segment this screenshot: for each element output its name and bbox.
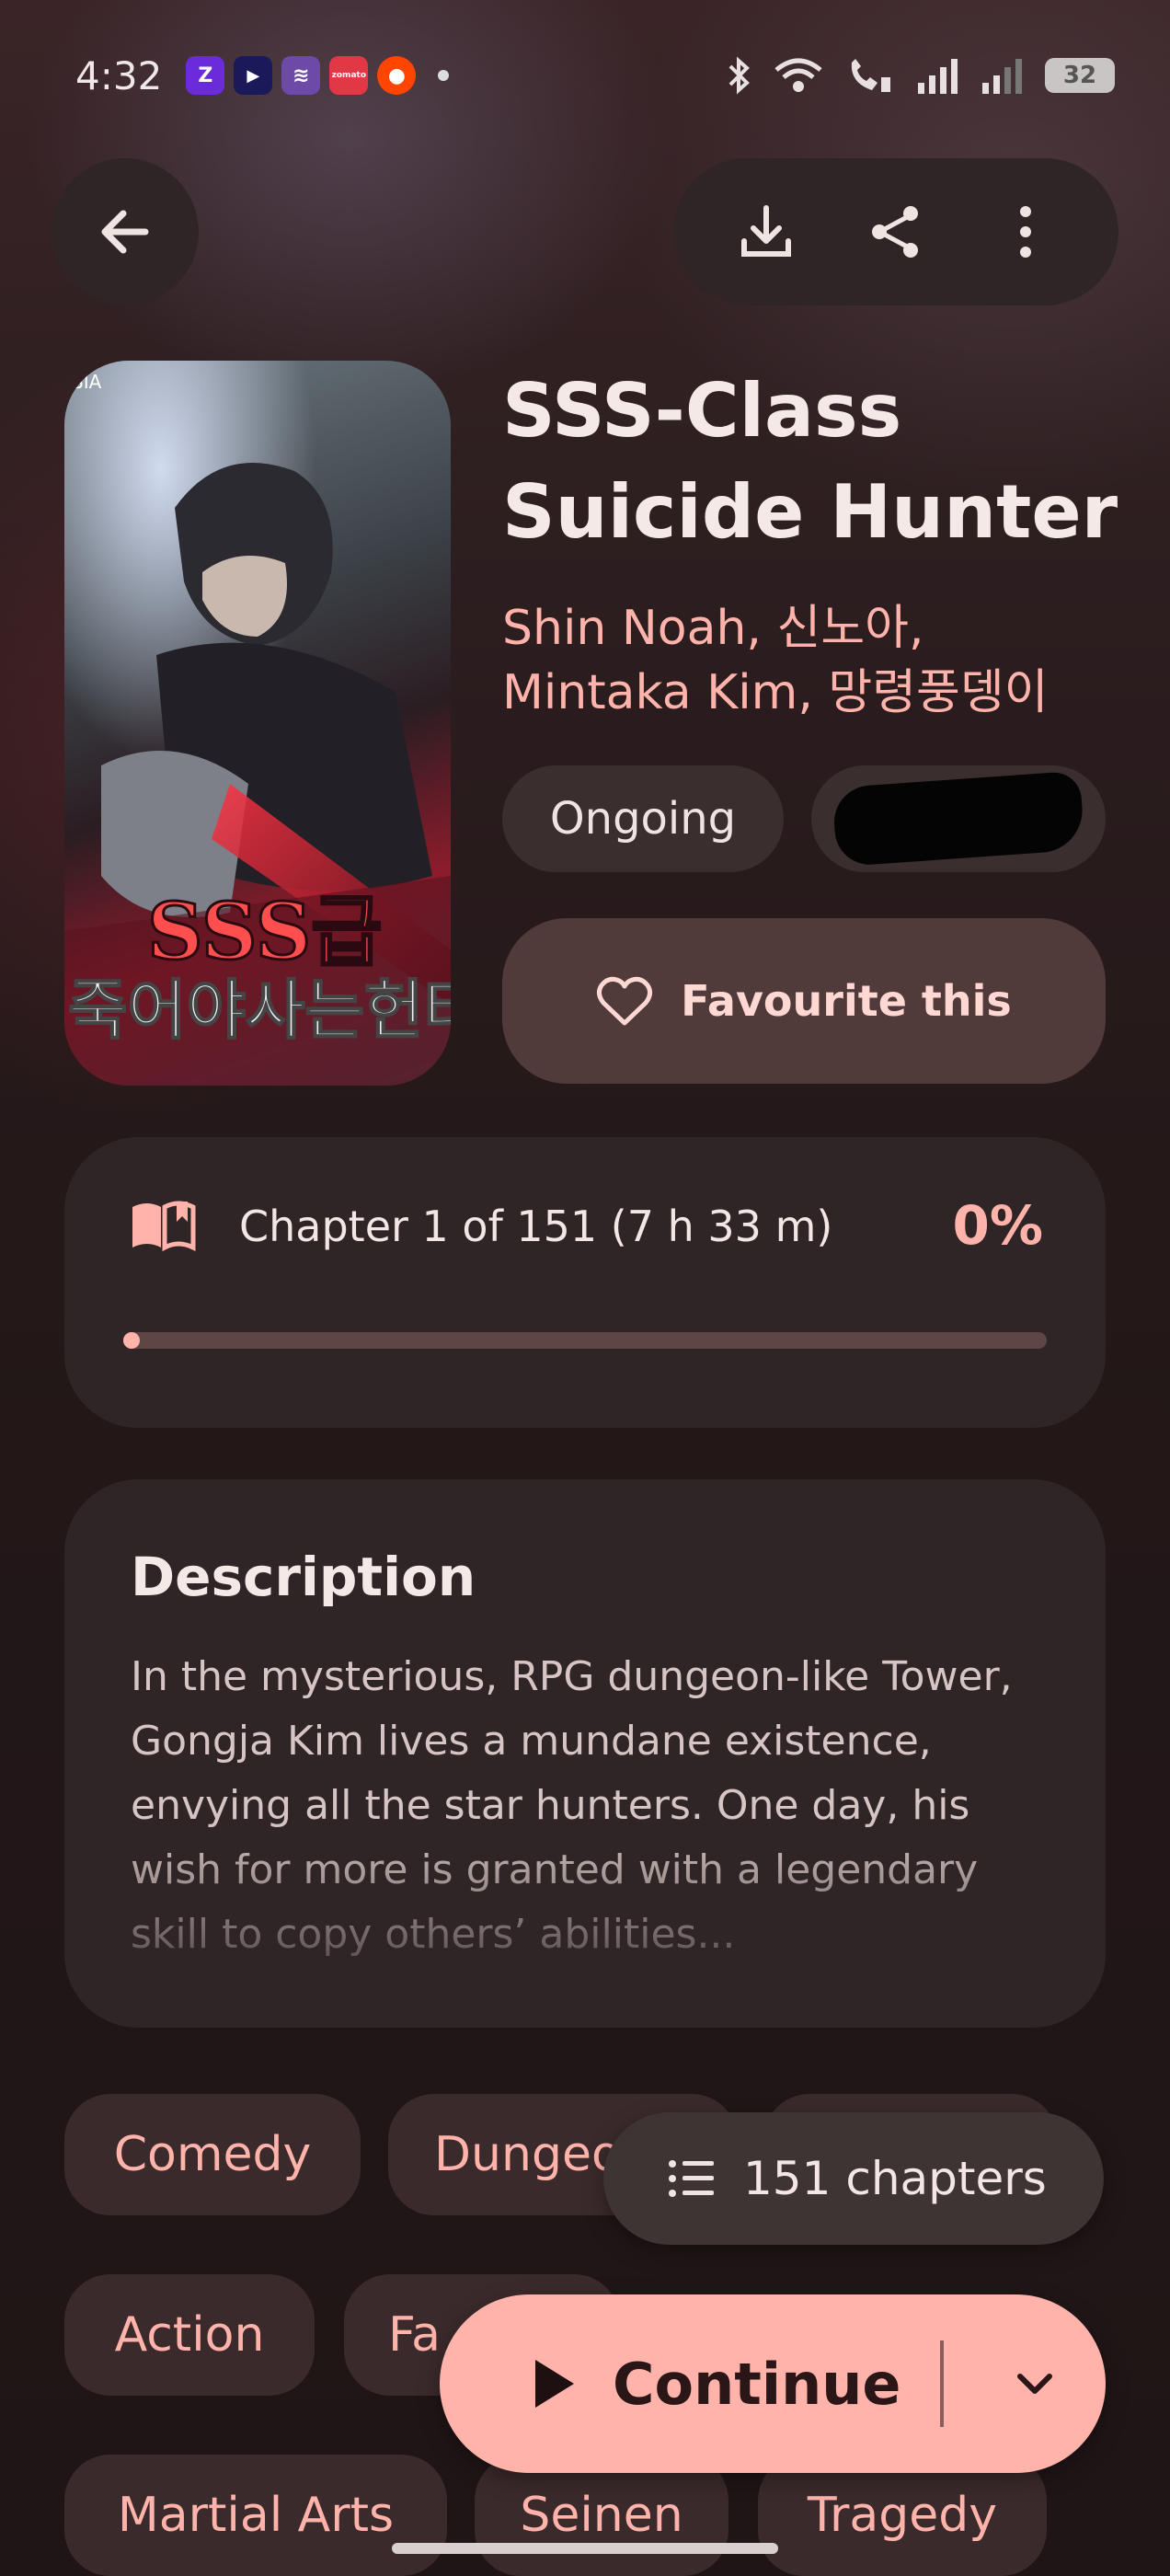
authors-line-1: Shin Noah, 신노아, (502, 601, 924, 656)
continue-divider (940, 2340, 944, 2427)
youtube-tv-app-icon: ▶ (234, 56, 273, 95)
title-line-2: Suicide Hunter (502, 469, 1118, 555)
signal-icon (918, 59, 958, 94)
cover-image: SSS급 죽어야사는헌터 SIA (64, 361, 451, 1086)
more-options-button[interactable] (989, 195, 1062, 269)
app-icon: ≋ (281, 56, 321, 95)
genre-tag-label: Dungeo (434, 2127, 621, 2182)
progress-fill (123, 1332, 141, 1349)
genre-tag-label: Comedy (113, 2127, 312, 2182)
bluetooth-icon (728, 56, 750, 95)
svg-text:SIA: SIA (72, 371, 102, 393)
svg-text:SSS급: SSS급 (147, 886, 383, 977)
continue-main-action[interactable]: Continue (532, 2351, 900, 2418)
genre-tag-comedy[interactable]: Comedy (64, 2094, 361, 2215)
description-text: In the mysterious, RPG dungeon-like Towe… (131, 1653, 1013, 1958)
genre-tag-label: Seinen (520, 2488, 683, 2543)
system-icons: 32 (725, 55, 1115, 96)
share-icon (871, 206, 918, 258)
signal-2-icon (982, 59, 1022, 94)
top-actions (673, 158, 1118, 305)
arrow-back-icon (101, 210, 149, 254)
continue-reading-button[interactable]: Continue (440, 2294, 1106, 2473)
status-chip: Ongoing (502, 765, 784, 872)
book-title: SSS-Class Suicide Hunter (502, 361, 1146, 563)
status-chip-label: Ongoing (549, 793, 737, 845)
reddit-app-icon: ● (377, 56, 417, 95)
description-title: Description (131, 1546, 476, 1608)
list-icon (669, 2160, 714, 2197)
progress-label: Chapter 1 of 151 (7 h 33 m) (239, 1202, 833, 1251)
chapters-list-button[interactable]: 151 chapters (603, 2112, 1104, 2245)
chevron-down-icon (1017, 2374, 1052, 2394)
share-button[interactable] (859, 195, 933, 269)
genre-tag-action[interactable]: Action (64, 2274, 315, 2396)
zomato-app-icon: zomato (329, 56, 369, 95)
continue-label: Continue (613, 2350, 901, 2418)
genre-tag-label: Action (114, 2307, 265, 2363)
download-button[interactable] (729, 195, 803, 269)
book-open-icon (129, 1198, 197, 1257)
continue-options-dropdown[interactable] (964, 2294, 1106, 2473)
genre-tag-label: Tragedy (807, 2488, 998, 2543)
favourite-label: Favourite this (681, 976, 1012, 1026)
back-button[interactable] (52, 158, 199, 305)
svg-text:죽어야사는헌터: 죽어야사는헌터 (68, 972, 451, 1048)
genre-tag-label: Fa (388, 2307, 442, 2363)
title-line-1: SSS-Class (502, 368, 902, 454)
cover-artwork: SSS급 죽어야사는헌터 SIA (64, 361, 451, 1086)
more-notifications-dot (438, 70, 450, 81)
reading-progress-card[interactable]: Chapter 1 of 151 (7 h 33 m) 0% (64, 1137, 1106, 1428)
redacted-chip (811, 765, 1106, 872)
zepto-app-icon: Z (186, 56, 225, 95)
notification-app-icons: Z ▶ ≋ zomato ● (186, 56, 450, 95)
book-authors[interactable]: Shin Noah, 신노아, Mintaka Kim, 망령풍뎅이 (502, 596, 1146, 725)
redaction-mark (832, 770, 1085, 868)
play-icon (535, 2360, 574, 2408)
genre-tag-label: Martial Arts (117, 2488, 395, 2543)
status-time: 4:32 (75, 52, 163, 98)
gesture-home-bar[interactable] (392, 2543, 778, 2554)
progress-percent: 0% (952, 1194, 1043, 1257)
progress-track (123, 1332, 1047, 1349)
download-icon (740, 205, 791, 257)
wifi-icon (774, 58, 822, 92)
more-vert-icon (1020, 206, 1032, 258)
heart-icon (597, 976, 653, 1026)
battery-indicator: 32 (1045, 58, 1115, 93)
wifi-calling-icon (851, 59, 890, 92)
chapters-count-label: 151 chapters (743, 2152, 1047, 2205)
description-card[interactable]: Description In the mysterious, RPG dunge… (64, 1479, 1106, 2028)
authors-line-2: Mintaka Kim, 망령풍뎅이 (502, 665, 1049, 720)
favourite-button[interactable]: Favourite this (502, 918, 1106, 1084)
genre-tag-martial-arts[interactable]: Martial Arts (64, 2455, 447, 2576)
status-bar: 4:32 Z ▶ ≋ zomato ● 32 (75, 48, 1115, 103)
